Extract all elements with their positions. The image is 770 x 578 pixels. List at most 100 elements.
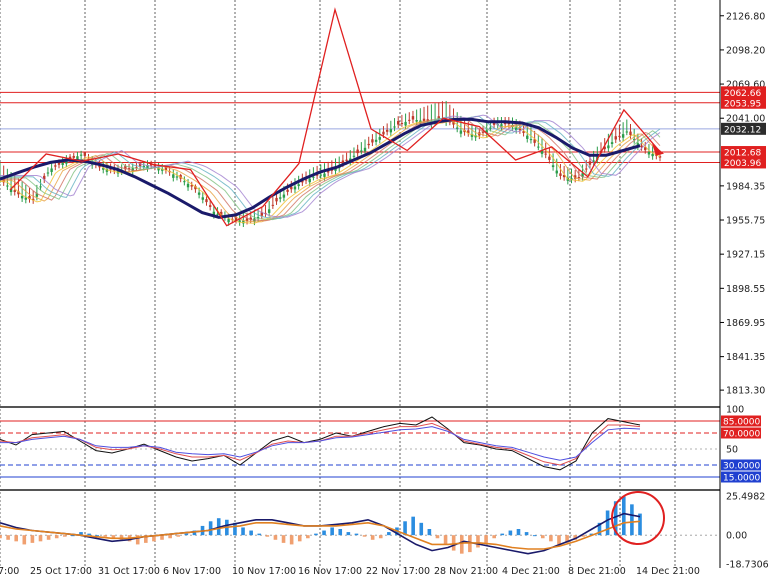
- candle-body: [415, 120, 418, 122]
- macd-bar: [30, 535, 35, 543]
- price-tick-label: 1813.30: [726, 386, 765, 397]
- macd-bar: [6, 535, 10, 540]
- time-axis-label: 10 Nov 17:00: [232, 566, 296, 577]
- price-axis: 2126.802098.202069.602041.001984.351955.…: [720, 11, 766, 397]
- macd-bar: [63, 535, 67, 537]
- macd-bar: [14, 535, 19, 542]
- candle-body: [172, 174, 175, 178]
- candle-body: [20, 195, 24, 199]
- candle-body: [312, 176, 315, 178]
- time-axis-label: 31 Oct 17:00: [98, 566, 160, 577]
- candle-body: [205, 199, 208, 203]
- macd-bar: [46, 535, 51, 540]
- macd-bar: [168, 535, 172, 539]
- macd-bar: [532, 535, 537, 537]
- candle-body: [13, 190, 16, 192]
- macd-bar: [87, 533, 91, 536]
- macd-bar: [306, 535, 310, 539]
- macd-bar: [257, 533, 262, 536]
- macd-bar: [427, 529, 432, 536]
- trading-chart: 2126.802098.202069.602041.001984.351955.…: [0, 0, 769, 577]
- price-tick-label: 1841.35: [726, 352, 765, 363]
- price-tick-label: 1955.75: [726, 216, 765, 227]
- candle-body: [275, 197, 278, 202]
- candle-body: [83, 152, 87, 156]
- macd-bar: [370, 535, 375, 540]
- candle-body: [610, 142, 614, 145]
- candle-body: [271, 204, 275, 206]
- candle-body: [79, 154, 83, 156]
- macd-bar: [338, 529, 343, 536]
- macd-bar: [346, 532, 351, 536]
- candle-body: [408, 119, 411, 121]
- candle-body: [76, 156, 79, 160]
- time-axis-label: 16 Nov 17:00: [298, 566, 362, 577]
- candle-body: [489, 127, 492, 129]
- macd-bar: [184, 533, 189, 536]
- candle-body: [400, 123, 404, 125]
- macd-bar: [354, 533, 359, 536]
- candle-body: [39, 186, 42, 188]
- candle-body: [286, 189, 289, 192]
- candle-body: [208, 205, 212, 207]
- candle-body: [537, 146, 540, 148]
- candle-body: [345, 159, 348, 162]
- macd-bar: [241, 527, 245, 536]
- candle-body: [197, 192, 201, 195]
- macd-bar: [387, 532, 391, 536]
- macd-tick-label: -18.7306: [726, 560, 769, 571]
- candle-body: [323, 173, 326, 177]
- time-axis-label: 28 Nov 21:00: [434, 566, 498, 577]
- time-axis-label: 6 Nov 17:00: [163, 566, 221, 577]
- candle-body: [382, 131, 385, 135]
- candle-body: [175, 176, 179, 178]
- time-axis-label: 22 Nov 17:00: [366, 566, 430, 577]
- time-axis-label: 14 Dec 21:00: [636, 566, 700, 577]
- macd-bar: [103, 535, 108, 537]
- candle-body: [201, 197, 204, 200]
- macd-bar: [435, 535, 440, 539]
- time-axis: 7:00 25 Oct 17:00 31 Oct 17:00 6 Nov 17:00 1…: [0, 566, 700, 577]
- candle-body: [293, 186, 297, 190]
- macd-bar: [459, 535, 464, 554]
- price-tick-label: 1869.95: [726, 318, 765, 329]
- candle-body: [186, 183, 190, 188]
- macd-bar: [38, 535, 43, 542]
- candle-body: [374, 139, 378, 142]
- macd-bar: [281, 535, 286, 543]
- candle-body: [555, 170, 558, 174]
- price-tick-label: 2098.20: [726, 45, 765, 56]
- macd-bar: [362, 535, 367, 537]
- candle-body: [625, 131, 629, 133]
- osc-tick-label: 50: [726, 445, 738, 456]
- price-tag-label: 2032.12: [724, 125, 761, 135]
- macd-bar: [249, 530, 253, 536]
- macd-bar: [516, 529, 521, 536]
- candle-body: [559, 173, 562, 176]
- macd-bar: [540, 535, 545, 539]
- candle-body: [367, 143, 370, 146]
- candle-body: [404, 121, 407, 126]
- osc-tick-label: 70.0000: [723, 430, 760, 440]
- candle-body: [618, 135, 621, 137]
- time-axis-label: 25 Oct 17:00: [30, 566, 92, 577]
- candle-body: [267, 209, 271, 213]
- candle-body: [371, 139, 374, 143]
- macd-bar: [297, 535, 302, 542]
- macd-bar: [22, 535, 27, 545]
- price-tick-label: 2126.80: [726, 11, 765, 22]
- macd-bar: [419, 522, 424, 536]
- candle-body: [651, 153, 654, 157]
- candle-body: [456, 127, 459, 129]
- macd-bar: [330, 527, 334, 536]
- time-axis-label: 8 Dec 21:00: [568, 566, 626, 577]
- macd-bar: [524, 532, 529, 536]
- macd-bar: [557, 535, 561, 545]
- candle-body: [282, 194, 286, 198]
- candle-body: [529, 139, 533, 141]
- candle-body: [308, 178, 311, 183]
- macd-bar: [314, 533, 318, 536]
- candle-body: [319, 174, 322, 176]
- macd-bar: [484, 535, 488, 543]
- candle-body: [629, 131, 632, 136]
